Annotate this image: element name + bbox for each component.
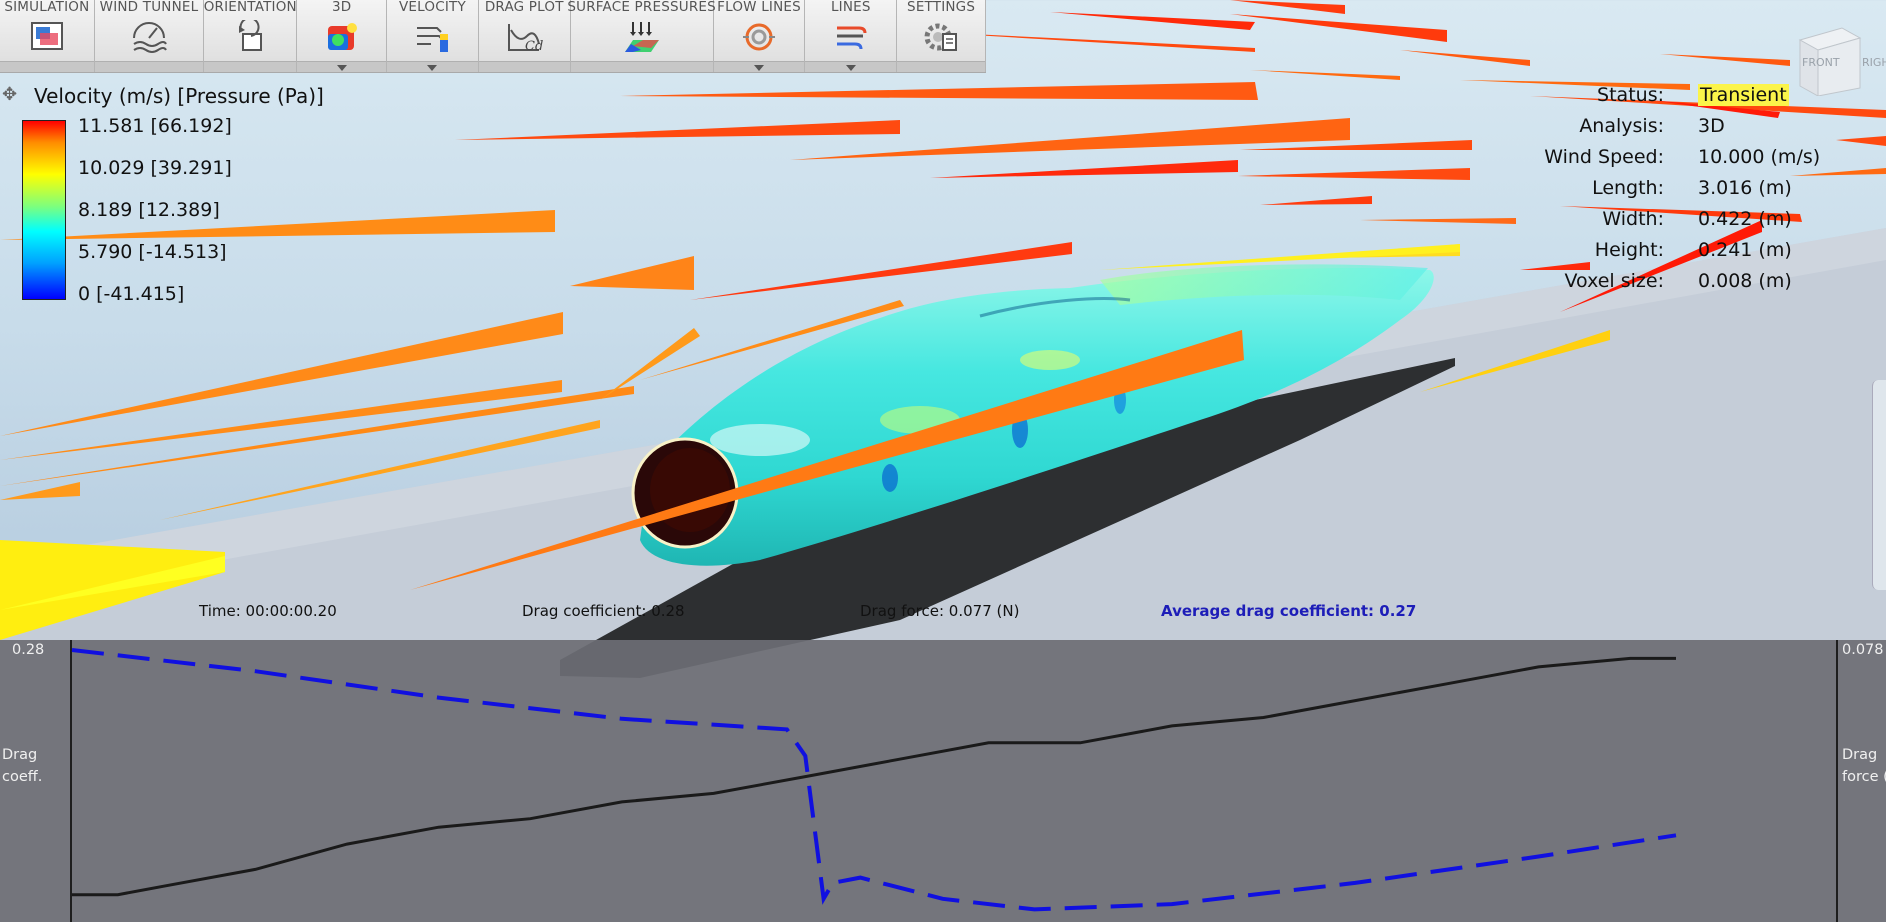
drag-plot-icon[interactable]: Cd — [505, 19, 543, 55]
settings-icon[interactable] — [922, 19, 960, 55]
length-label: Length: — [1592, 177, 1664, 199]
toolbar-orientation[interactable]: ORIENTATION — [203, 0, 298, 72]
toolbar-simulation-label: SIMULATION — [4, 0, 90, 15]
toolbar-settings-label: SETTINGS — [907, 0, 976, 15]
analysis-label: Analysis: — [1579, 115, 1664, 137]
toolbar-flow-lines-label: FLOW LINES — [717, 0, 801, 15]
toolbar-simulation[interactable]: SIMULATION — [0, 0, 95, 72]
toolbar-surface-pressures[interactable]: SURFACE PRESSURES — [567, 0, 716, 72]
toolbar-velocity[interactable]: VELOCITY — [387, 0, 479, 72]
color-scale-bar — [22, 120, 66, 300]
height-label: Height: — [1594, 239, 1664, 261]
status-label: Status: — [1597, 84, 1664, 106]
view-cube[interactable]: FRONT RIGH — [1790, 26, 1886, 96]
3d-view-icon[interactable] — [323, 19, 361, 55]
legend-value-2: 10.029 [39.291] — [78, 157, 232, 179]
legend-value-3: 8.189 [12.389] — [78, 199, 220, 221]
drag-plot-chart[interactable] — [0, 640, 1886, 922]
side-panel-handle[interactable] — [1872, 380, 1886, 590]
3d-dropdown-caret[interactable] — [336, 65, 347, 71]
toolbar-settings[interactable]: SETTINGS — [897, 0, 986, 72]
wind-speed-value: 10.000 (m/s) — [1698, 146, 1821, 168]
simulation-icon[interactable] — [28, 19, 66, 55]
legend-value-min: 0 [-41.415] — [78, 283, 185, 305]
analysis-value: 3D — [1698, 115, 1725, 137]
toolbar-drag-plot-label: DRAG PLOT — [484, 0, 564, 15]
flow-lines-icon[interactable] — [740, 19, 778, 55]
view-cube-right-label: RIGH — [1862, 56, 1886, 69]
drag-coefficient-readout: Drag coefficient: 0.28 — [522, 602, 685, 620]
legend-title: Velocity (m/s) [Pressure (Pa)] — [34, 84, 324, 108]
legend-value-4: 5.790 [-14.513] — [78, 241, 227, 263]
toolbar-wind-tunnel-label: WIND TUNNEL — [99, 0, 199, 15]
drag-force-readout: Drag force: 0.077 (N) — [860, 602, 1020, 620]
toolbar-lines[interactable]: LINES — [805, 0, 898, 72]
width-label: Width: — [1602, 208, 1664, 230]
toolbar-flow-lines[interactable]: FLOW LINES — [713, 0, 806, 72]
flow-lines-dropdown-caret[interactable] — [754, 65, 765, 71]
velocity-icon[interactable] — [413, 19, 451, 55]
lines-dropdown-caret[interactable] — [845, 65, 856, 71]
toolbar-3d-label: 3D — [331, 0, 352, 15]
toolbar-3d[interactable]: 3D — [297, 0, 388, 72]
orientation-icon[interactable] — [231, 19, 269, 55]
ribbon-toolbar: SIMULATION WIND TUNNEL ORIENTATION 3D VE… — [0, 0, 986, 73]
wind-tunnel-icon[interactable] — [130, 19, 168, 55]
move-handle-icon[interactable]: ✥ — [2, 84, 17, 105]
svg-text:Cd: Cd — [525, 39, 543, 54]
velocity-dropdown-caret[interactable] — [427, 65, 438, 71]
drag-force-series-line — [72, 656, 1676, 897]
status-badge: Transient — [1698, 84, 1789, 106]
length-value: 3.016 (m) — [1698, 177, 1792, 199]
time-readout: Time: 00:00:00.20 — [199, 602, 337, 620]
average-drag-readout: Average drag coefficient: 0.27 — [1161, 602, 1417, 620]
drag-coefficient-series-line — [71, 648, 1677, 912]
lines-icon[interactable] — [832, 19, 870, 55]
legend-value-max: 11.581 [66.192] — [78, 115, 232, 137]
voxel-size-label: Voxel size: — [1564, 270, 1664, 292]
toolbar-drag-plot[interactable]: DRAG PLOT Cd — [478, 0, 571, 72]
drag-plot-panel: 0.28 0.078 Drag coeff. Drag force ( — [0, 640, 1886, 922]
surface-pressures-icon[interactable] — [623, 19, 661, 55]
wind-speed-label: Wind Speed: — [1544, 146, 1664, 168]
width-value: 0.422 (m) — [1698, 208, 1792, 230]
voxel-size-value: 0.008 (m) — [1698, 270, 1792, 292]
toolbar-lines-label: LINES — [830, 0, 871, 15]
toolbar-velocity-label: VELOCITY — [398, 0, 466, 15]
toolbar-wind-tunnel[interactable]: WIND TUNNEL — [94, 0, 205, 72]
toolbar-orientation-label: ORIENTATION — [203, 0, 297, 15]
toolbar-surface-pressures-label: SURFACE PRESSURES — [567, 0, 716, 15]
view-cube-front-label: FRONT — [1802, 56, 1840, 69]
height-value: 0.241 (m) — [1698, 239, 1792, 261]
